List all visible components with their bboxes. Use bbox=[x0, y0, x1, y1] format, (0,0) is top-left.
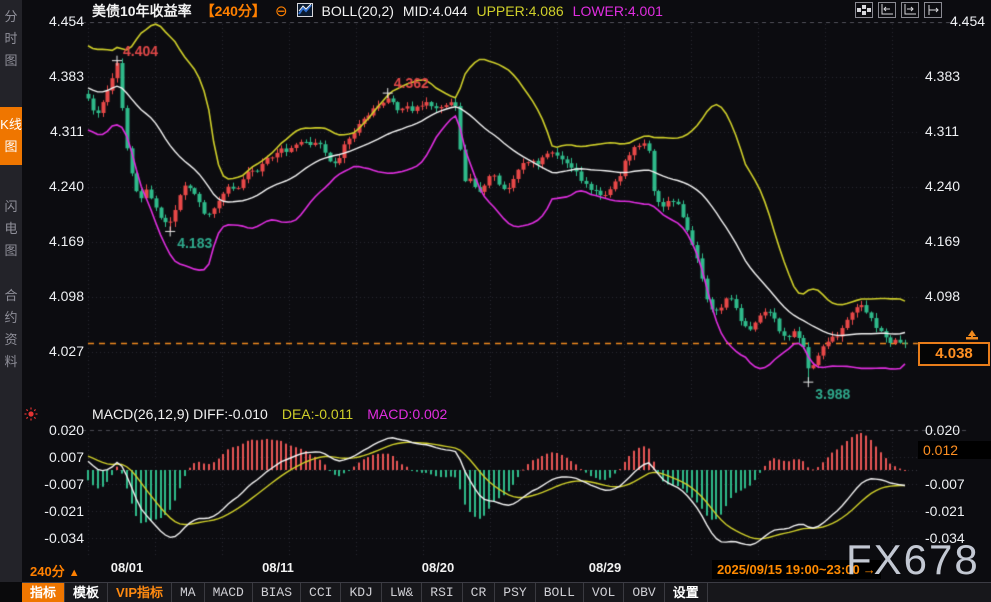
tab-ma[interactable]: MA bbox=[172, 583, 205, 602]
period-footer[interactable]: 240分▲ bbox=[30, 561, 80, 580]
watermark: FX678 bbox=[846, 536, 980, 584]
macd-current-badge: 0.012 bbox=[918, 441, 991, 459]
window-controls bbox=[855, 2, 942, 18]
indicator-tab-bar: 指标模板VIP指标MAMACDBIASCCIKDJLW&RSICRPSYBOLL… bbox=[22, 582, 991, 602]
tab-cci[interactable]: CCI bbox=[301, 583, 341, 602]
sidebar-item-kline-chart[interactable]: K线图 bbox=[0, 107, 22, 165]
live-indicator-icon[interactable] bbox=[24, 407, 38, 426]
boll-name: BOLL(20,2) bbox=[322, 3, 394, 19]
sidebar-footer bbox=[0, 582, 22, 602]
x-axis-label: 08/11 bbox=[248, 560, 308, 575]
tab-cr[interactable]: CR bbox=[463, 583, 496, 602]
axis-pan-right-icon[interactable] bbox=[901, 2, 919, 18]
tab-psy[interactable]: PSY bbox=[495, 583, 535, 602]
tab-vip-indicators[interactable]: VIP指标 bbox=[108, 583, 172, 602]
sidebar-item-time-chart[interactable]: 分时图 bbox=[0, 6, 22, 72]
tab-settings[interactable]: 设置 bbox=[665, 583, 708, 602]
top-bar: 美债10年收益率 【240分】 ⊖ BOLL(20,2) MID:4.044 U… bbox=[22, 0, 991, 22]
sidebar-item-contract-info[interactable]: 合约资料 bbox=[0, 285, 22, 373]
tab-lwr[interactable]: LW& bbox=[382, 583, 422, 602]
boll-upper: UPPER:4.086 bbox=[476, 3, 563, 19]
axis-pan-left-icon[interactable] bbox=[878, 2, 896, 18]
trading-chart-app: 分时图 K线图 闪电图 合约资料 美债10年收益率 【240分】 ⊖ BOLL(… bbox=[0, 0, 991, 602]
tab-rsi[interactable]: RSI bbox=[422, 583, 462, 602]
symbol-title: 美债10年收益率 bbox=[92, 1, 192, 21]
macd-name-diff: MACD(26,12,9) DIFF:-0.010 bbox=[92, 406, 268, 422]
boll-mid: MID:4.044 bbox=[403, 3, 468, 19]
price-alert-icon[interactable] bbox=[962, 329, 982, 347]
macd-macd-value: MACD:0.002 bbox=[367, 406, 447, 422]
exit-right-icon[interactable] bbox=[924, 2, 942, 18]
triangle-up-icon: ▲ bbox=[69, 567, 80, 579]
x-axis-label: 08/29 bbox=[575, 560, 635, 575]
tab-kdj[interactable]: KDJ bbox=[341, 583, 381, 602]
tab-macd[interactable]: MACD bbox=[205, 583, 253, 602]
tab-vol[interactable]: VOL bbox=[584, 583, 624, 602]
tab-indicators[interactable]: 指标 bbox=[22, 583, 65, 602]
x-axis-label: 08/20 bbox=[408, 560, 468, 575]
price-chart-canvas[interactable] bbox=[22, 22, 991, 558]
x-axis-label: 08/01 bbox=[97, 560, 157, 575]
boll-lower: LOWER:4.001 bbox=[573, 3, 663, 19]
macd-header: MACD(26,12,9) DIFF:-0.010 DEA:-0.011 MAC… bbox=[92, 406, 447, 422]
macd-dea-value: DEA:-0.011 bbox=[282, 406, 353, 422]
sidebar-item-flash-chart[interactable]: 闪电图 bbox=[0, 196, 22, 262]
tab-bias[interactable]: BIAS bbox=[253, 583, 301, 602]
tab-obv[interactable]: OBV bbox=[624, 583, 664, 602]
tab-boll[interactable]: BOLL bbox=[536, 583, 584, 602]
minus-circle-icon[interactable]: ⊖ bbox=[275, 2, 288, 20]
move-icon[interactable] bbox=[855, 2, 873, 18]
sidebar: 分时图 K线图 闪电图 合约资料 bbox=[0, 0, 22, 602]
tab-templates[interactable]: 模板 bbox=[65, 583, 108, 602]
period-label[interactable]: 【240分】 bbox=[201, 1, 266, 21]
indicator-icon[interactable] bbox=[297, 3, 313, 20]
